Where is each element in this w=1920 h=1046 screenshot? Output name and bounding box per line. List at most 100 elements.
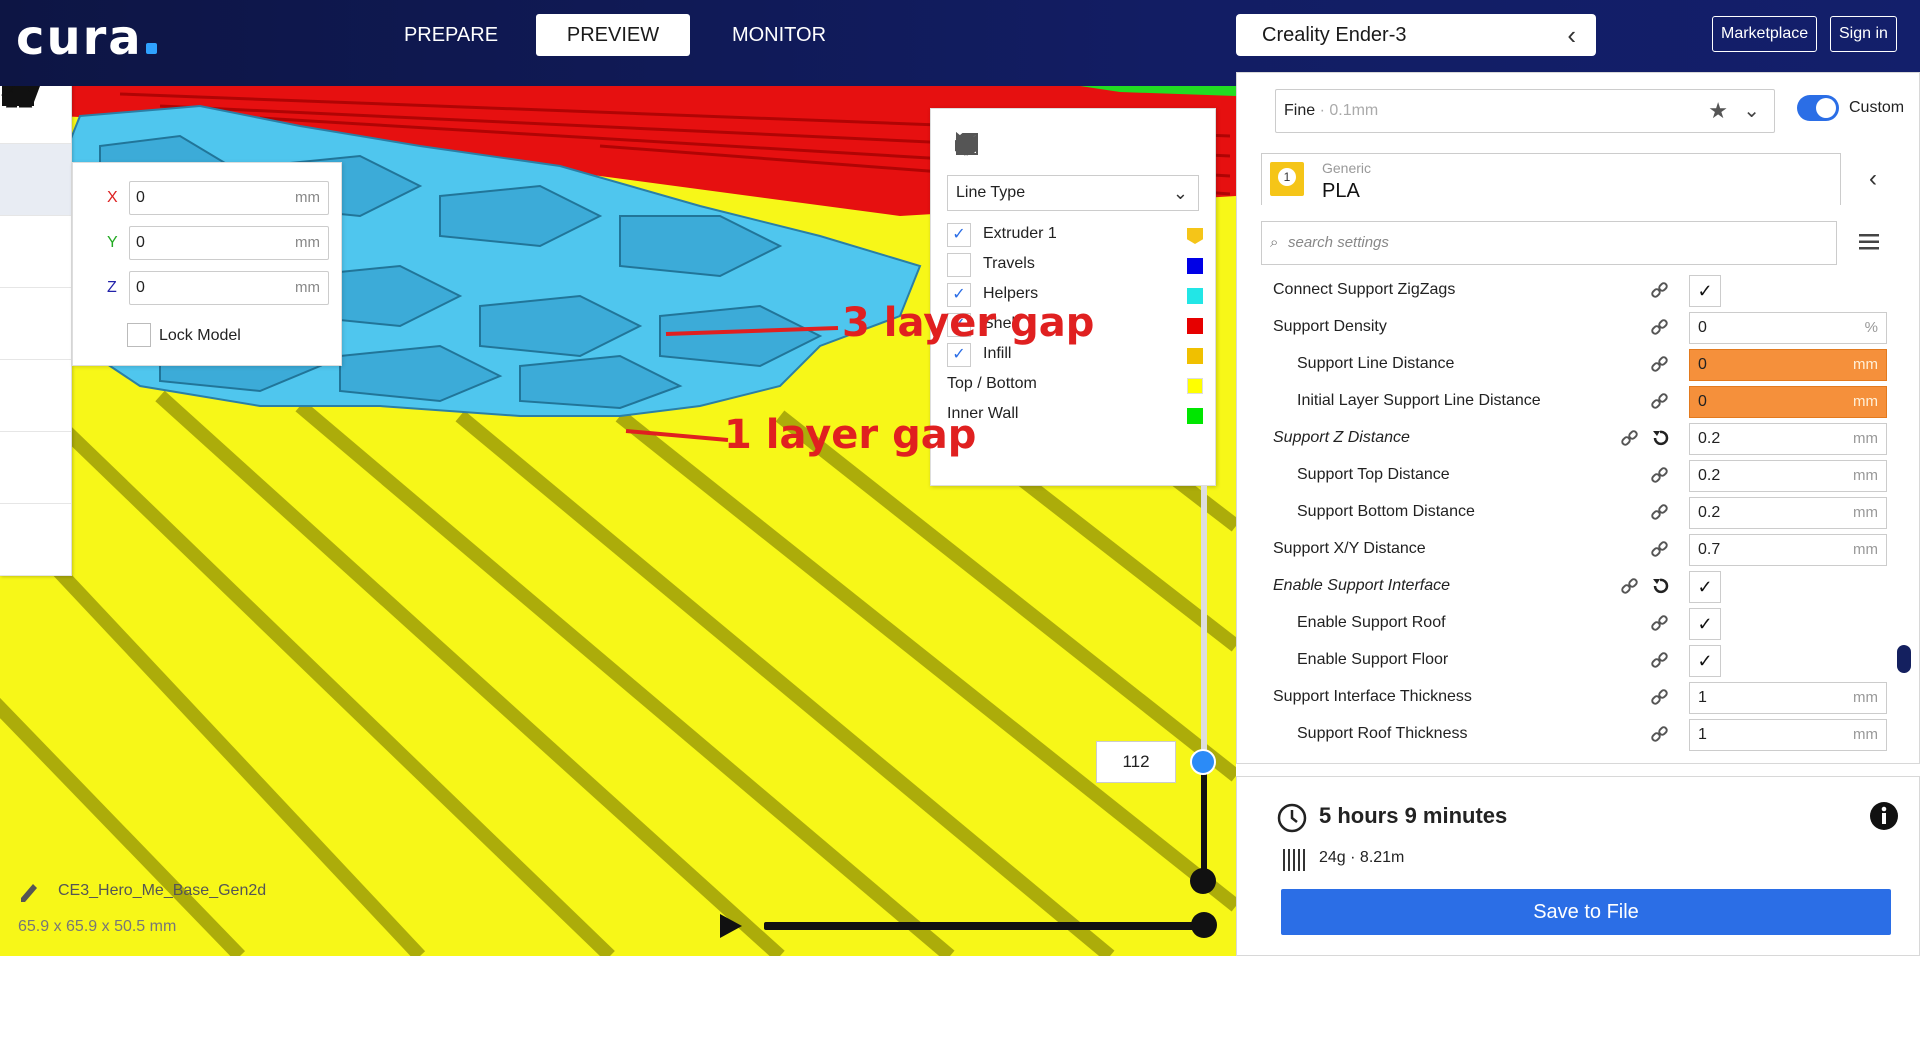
link-icon[interactable]: [1651, 725, 1669, 748]
move-tool-button[interactable]: [0, 86, 71, 216]
chevron-left-icon[interactable]: ‹: [1869, 165, 1877, 193]
link-icon[interactable]: [1651, 651, 1669, 674]
link-icon[interactable]: [1621, 577, 1639, 600]
layer-number-input[interactable]: 112: [1096, 741, 1176, 783]
move-panel: X 0 mm Y 0 mm Z 0 mm Lock Model: [72, 162, 342, 366]
setting-checkbox[interactable]: ✓: [1689, 275, 1721, 307]
path-slider-handle[interactable]: [1191, 912, 1217, 938]
path-slider-track[interactable]: [764, 922, 1204, 930]
setting-input[interactable]: 0.7 mm: [1689, 534, 1887, 566]
legend-label: Extruder 1: [983, 225, 1057, 242]
link-icon[interactable]: [1651, 392, 1669, 415]
setting-input[interactable]: 1 mm: [1689, 682, 1887, 714]
setting-value: 0: [1698, 393, 1707, 410]
setting-input[interactable]: 1 mm: [1689, 719, 1887, 751]
tab-prepare[interactable]: PREPARE: [396, 14, 506, 56]
svg-text:×: ×: [8, 86, 14, 97]
setting-unit: mm: [1853, 689, 1878, 706]
link-icon[interactable]: [1651, 614, 1669, 637]
save-to-file-button[interactable]: Save to File: [1281, 889, 1891, 935]
printer-name: Creality Ender-3: [1262, 24, 1407, 46]
link-icon[interactable]: [1651, 503, 1669, 526]
top-view-icon[interactable]: [956, 131, 1069, 157]
reset-icon[interactable]: [1651, 429, 1669, 452]
extruder-checkbox[interactable]: ✓: [947, 223, 971, 247]
chevron-down-icon: ⌄: [1172, 183, 1188, 203]
setting-row: Support Top Distance 0.2 mm: [1237, 458, 1920, 494]
left-view-icon[interactable]: [956, 131, 1114, 157]
lock-model-checkbox[interactable]: [127, 323, 151, 347]
custom-mode-toggle[interactable]: [1797, 95, 1839, 121]
settings-menu-icon[interactable]: [1859, 233, 1879, 256]
tab-monitor[interactable]: MONITOR: [724, 14, 834, 56]
setting-name: Enable Support Roof: [1297, 614, 1446, 631]
inner-wall-color-swatch: [1187, 408, 1203, 424]
setting-input[interactable]: 0 mm: [1689, 349, 1887, 381]
view-type-value: Line Type: [956, 184, 1026, 201]
star-icon[interactable]: ★: [1708, 90, 1728, 132]
link-icon[interactable]: [1651, 466, 1669, 489]
play-icon[interactable]: [720, 914, 742, 938]
link-icon[interactable]: [1651, 688, 1669, 711]
setting-input[interactable]: 0.2 mm: [1689, 497, 1887, 529]
reset-icon[interactable]: [1651, 577, 1669, 600]
support-blocker-button[interactable]: ×: [0, 86, 71, 576]
printer-selector[interactable]: Creality Ender-3 ‹: [1236, 14, 1596, 56]
material-tab[interactable]: 1 Generic PLA: [1261, 153, 1841, 205]
setting-value: 0.7: [1698, 541, 1721, 558]
rotate-tool-button[interactable]: [0, 86, 71, 360]
per-model-settings-button[interactable]: [0, 86, 71, 504]
layer-slider-track[interactable]: [1201, 760, 1207, 881]
travels-color-swatch: [1187, 258, 1203, 274]
camera-view-buttons: [953, 131, 1159, 157]
tab-preview[interactable]: PREVIEW: [536, 14, 690, 56]
right-view-icon[interactable]: [956, 131, 1159, 157]
extruder-badge-icon: 1: [1270, 162, 1304, 196]
marketplace-button[interactable]: Marketplace: [1712, 16, 1818, 52]
infill-checkbox[interactable]: ✓: [947, 343, 971, 367]
z-value: 0: [136, 279, 145, 296]
link-icon[interactable]: [1651, 540, 1669, 563]
scale-tool-button[interactable]: [0, 86, 71, 288]
setting-unit: mm: [1853, 541, 1878, 558]
front-view-icon[interactable]: [956, 131, 1024, 157]
tool-sidebar: ×: [0, 86, 72, 576]
travels-checkbox[interactable]: [947, 253, 971, 277]
setting-input[interactable]: 0.2 mm: [1689, 423, 1887, 455]
link-icon[interactable]: [1651, 355, 1669, 378]
z-label: Z: [107, 279, 117, 296]
setting-input[interactable]: 0 mm: [1689, 386, 1887, 418]
setting-checkbox[interactable]: ✓: [1689, 645, 1721, 677]
extruder-color-swatch: [1187, 228, 1203, 244]
legend-item-travels: Travels: [947, 251, 1203, 279]
info-icon[interactable]: [1869, 801, 1899, 836]
profile-layer-height: 0.1mm: [1329, 102, 1379, 119]
settings-scrollbar[interactable]: [1897, 645, 1911, 673]
view-type-dropdown[interactable]: Line Type ⌄: [947, 175, 1199, 211]
setting-value: 1: [1698, 689, 1707, 706]
setting-row: Enable Support Roof ✓: [1237, 606, 1920, 642]
mirror-tool-button[interactable]: [0, 86, 71, 432]
link-icon[interactable]: [1621, 429, 1639, 452]
z-input[interactable]: 0 mm: [129, 271, 329, 305]
search-settings-input[interactable]: ⌕ search settings: [1261, 221, 1837, 265]
x-input[interactable]: 0 mm: [129, 181, 329, 215]
print-weight-length: 24g · 8.21m: [1319, 849, 1405, 866]
search-icon: ⌕: [1270, 234, 1279, 251]
layer-slider-lower-handle[interactable]: [1190, 868, 1216, 894]
sign-in-button[interactable]: Sign in: [1830, 16, 1897, 52]
setting-input[interactable]: 0.2 mm: [1689, 460, 1887, 492]
profile-selector[interactable]: Fine · 0.1mm ★ ⌄: [1275, 89, 1775, 133]
setting-unit: mm: [1853, 356, 1878, 373]
setting-row: Connect Support ZigZags ✓: [1237, 273, 1920, 309]
link-icon[interactable]: [1651, 318, 1669, 341]
setting-input[interactable]: 0%: [1689, 312, 1887, 344]
y-input[interactable]: 0 mm: [129, 226, 329, 260]
3d-viewport[interactable]: × X 0 mm Y 0 mm Z 0 mm Lock Model Line Type: [0, 86, 1236, 956]
x-label: X: [107, 189, 118, 206]
x-unit: mm: [295, 189, 320, 206]
layer-slider-upper-handle[interactable]: [1190, 749, 1216, 775]
setting-checkbox[interactable]: ✓: [1689, 608, 1721, 640]
setting-checkbox[interactable]: ✓: [1689, 571, 1721, 603]
link-icon[interactable]: [1651, 281, 1669, 304]
